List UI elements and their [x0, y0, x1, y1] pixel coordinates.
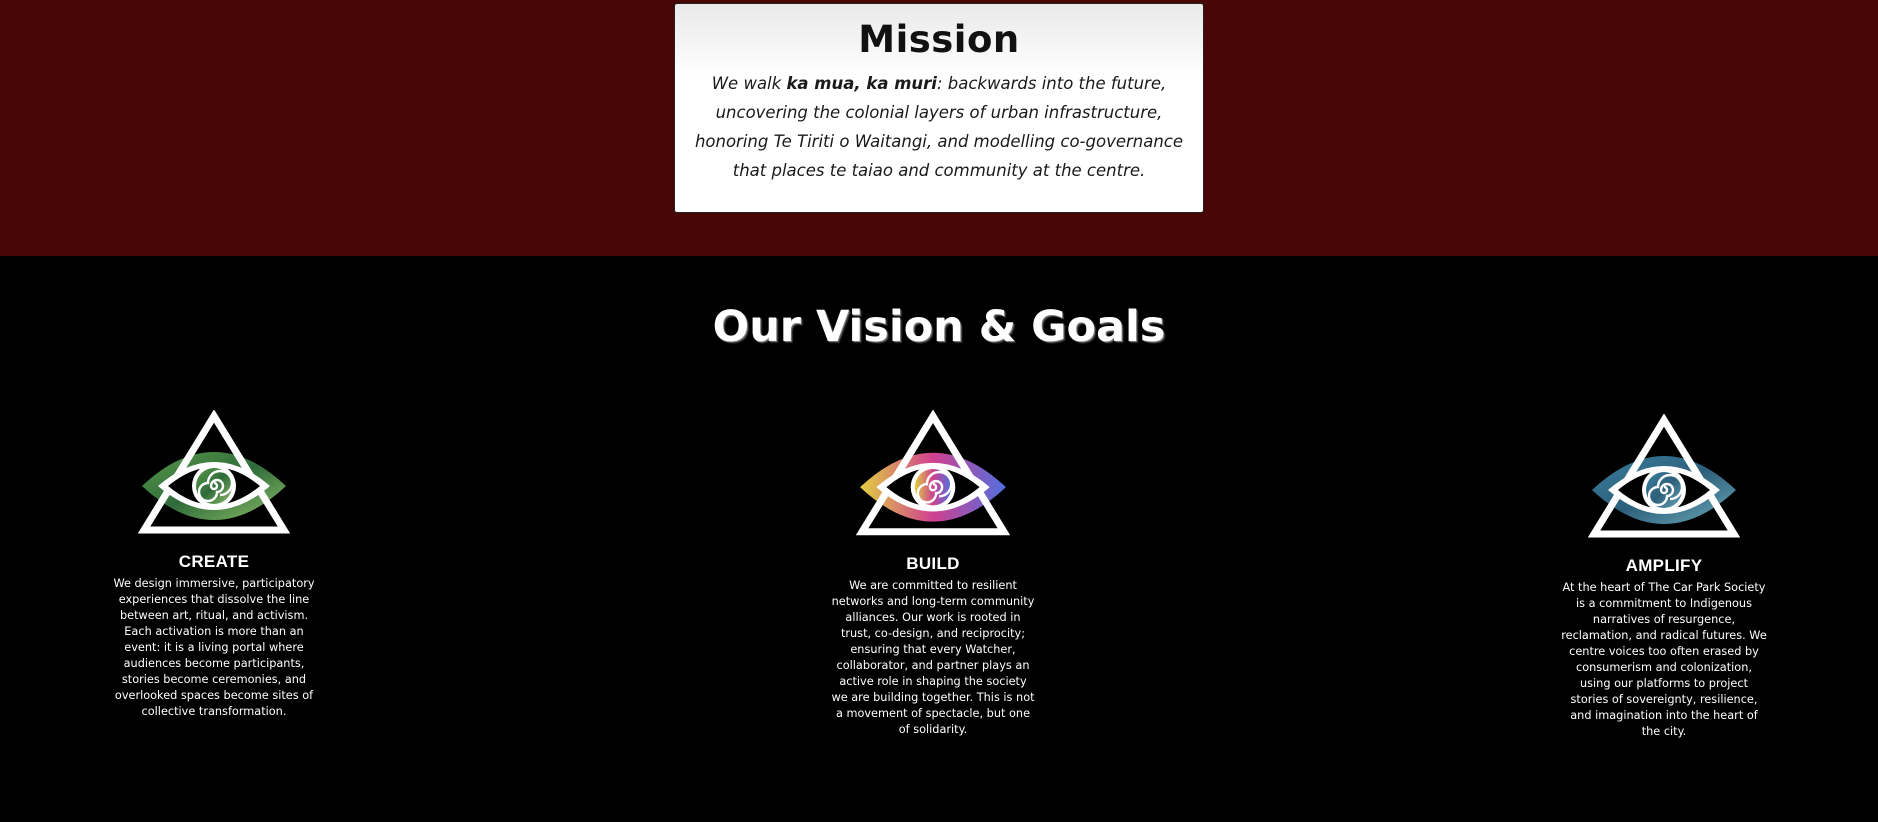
- mission-card: Mission We walk ka mua, ka muri: backwar…: [674, 3, 1204, 213]
- mission-text: We walk ka mua, ka muri: backwards into …: [689, 69, 1189, 185]
- vision-title: Our Vision & Goals: [712, 302, 1166, 352]
- goal-create: CREATE We design immersive, participator…: [108, 410, 320, 720]
- create-eye-triangle-icon: [138, 410, 290, 534]
- mission-text-start: We walk: [711, 74, 787, 93]
- mission-text-bold: ka mua, ka muri: [786, 74, 937, 93]
- amplify-eye-triangle-icon: [1588, 414, 1740, 538]
- build-eye-triangle-icon: [856, 410, 1010, 536]
- goal-build: BUILD We are committed to resilient netw…: [826, 410, 1040, 738]
- goal-text: At the heart of The Car Park Society is …: [1561, 581, 1767, 738]
- mission-title: Mission: [858, 18, 1020, 61]
- goal-text: We design immersive, participatory exper…: [113, 577, 315, 718]
- goal-text: We are committed to resilient networks a…: [831, 579, 1035, 736]
- goal-title: BUILD: [906, 554, 960, 573]
- goal-title: AMPLIFY: [1625, 556, 1703, 575]
- goal-amplify: AMPLIFY At the heart of The Car Park Soc…: [1555, 414, 1773, 740]
- goal-title: CREATE: [178, 552, 250, 571]
